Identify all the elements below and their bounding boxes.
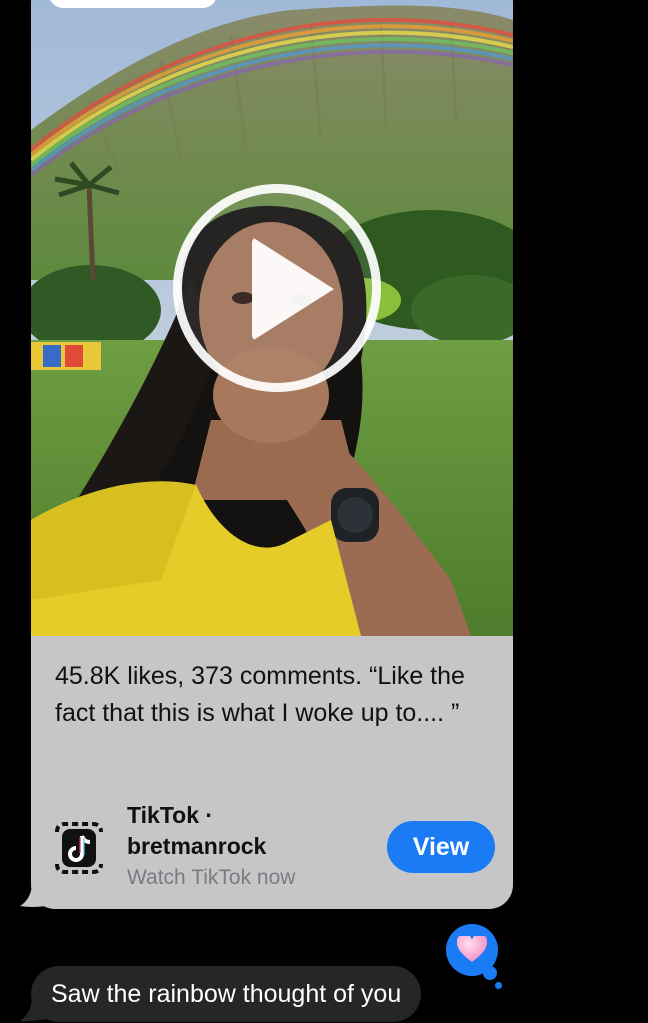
link-preview-bubble[interactable]: 45.8K likes, 373 comments. “Like the fac… xyxy=(31,0,513,909)
link-bubble-tail xyxy=(20,886,46,907)
link-username: bretmanrock xyxy=(127,833,267,859)
heart-icon xyxy=(457,936,487,962)
top-pill xyxy=(49,0,217,8)
video-thumbnail[interactable] xyxy=(31,0,513,636)
link-app-name: TikTok · xyxy=(127,802,214,828)
view-button[interactable]: View xyxy=(387,821,495,873)
link-call-to-action: Watch TikTok now xyxy=(127,866,296,889)
link-source-row[interactable]: TikTok · bretmanrock Watch TikTok now Vi… xyxy=(49,800,499,890)
tapback-tail-dot xyxy=(483,966,497,980)
messages-screen: 45.8K likes, 373 comments. “Like the fac… xyxy=(0,0,648,1023)
link-caption: 45.8K likes, 373 comments. “Like the fac… xyxy=(55,662,465,727)
link-source-text: TikTok · bretmanrock Watch TikTok now xyxy=(127,800,295,893)
tapback-tail-dot-small xyxy=(495,982,502,989)
play-button[interactable] xyxy=(173,184,381,392)
message-bubble[interactable]: Saw the rainbow thought of you xyxy=(31,966,422,1022)
tiktok-icon xyxy=(49,818,109,878)
play-icon xyxy=(252,237,334,341)
message-bubble-tail xyxy=(20,1000,46,1022)
